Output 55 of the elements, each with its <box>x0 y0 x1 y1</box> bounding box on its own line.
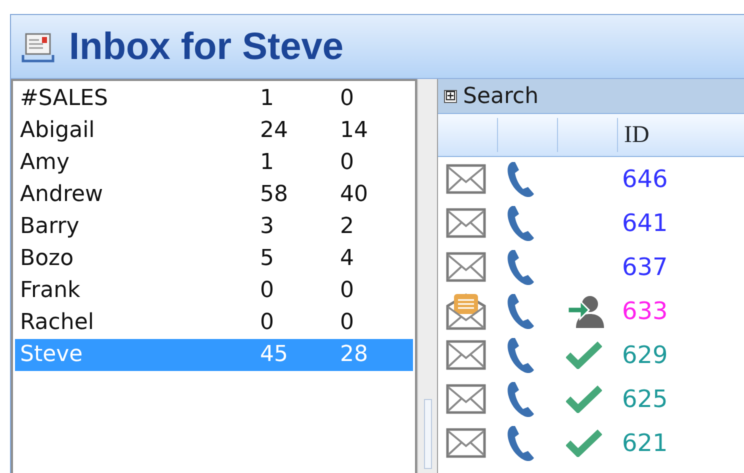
user-name: Andrew <box>20 181 104 209</box>
user-row[interactable]: Amy 1 0 <box>15 147 413 179</box>
user-row[interactable]: #SALES 1 0 <box>15 83 413 115</box>
phone-icon <box>506 292 536 330</box>
user-name: Amy <box>20 149 70 177</box>
splitter-handle[interactable] <box>424 399 432 469</box>
message-count: 0 <box>260 277 275 305</box>
message-count: 0 <box>260 309 275 337</box>
column-header[interactable]: ID <box>618 114 744 156</box>
message-count: 2 <box>340 213 355 241</box>
message-count: 0 <box>340 85 355 113</box>
message-count: 40 <box>340 181 369 209</box>
user-name: Abigail <box>20 117 96 145</box>
message-count: 1 <box>260 149 275 177</box>
message-count: 24 <box>260 117 289 145</box>
id-cell-text: 646 <box>621 164 669 195</box>
message-count: 45 <box>260 341 289 369</box>
user-name: Steve <box>20 341 84 369</box>
phone-icon <box>506 160 536 198</box>
phone-icon <box>506 380 536 418</box>
message-count: 1 <box>260 85 275 113</box>
user-row[interactable]: Rachel 0 0 <box>15 307 413 339</box>
search-bar[interactable]: ⊞ Search <box>438 79 744 113</box>
id-cell-text: 633 <box>621 296 669 327</box>
message-count: 0 <box>340 149 355 177</box>
user-name: Rachel <box>20 309 95 337</box>
id-cell-text: 629 <box>621 340 669 371</box>
search-label: Search <box>463 82 539 110</box>
user-row[interactable]: Barry 3 2 <box>15 211 413 243</box>
phone-icon <box>506 336 536 374</box>
phone-icon <box>506 204 536 242</box>
message-count: 28 <box>340 341 369 369</box>
user-row[interactable]: Bozo 5 4 <box>15 243 413 275</box>
id-cell-text: 637 <box>621 252 669 283</box>
message-count: 5 <box>260 245 275 273</box>
message-count: 3 <box>260 213 275 241</box>
expand-toggle[interactable]: ⊞ <box>444 90 457 102</box>
message-count: 58 <box>260 181 289 209</box>
phone-icon <box>506 424 536 462</box>
id-cell-text: 625 <box>621 384 669 415</box>
user-name: Bozo <box>20 245 75 273</box>
message-count: 4 <box>340 245 355 273</box>
user-name: Frank <box>20 277 82 305</box>
phone-icon <box>506 248 536 286</box>
user-row[interactable]: Andrew 58 40 <box>15 179 413 211</box>
user-name: Barry <box>20 213 80 241</box>
window-title: Inbox for Steve <box>69 28 344 66</box>
id-cell-text: 621 <box>621 428 669 459</box>
user-row[interactable]: Frank 0 0 <box>15 275 413 307</box>
user-name: #SALES <box>20 85 109 113</box>
message-count: 0 <box>340 309 355 337</box>
id-cell-text: 641 <box>621 208 669 239</box>
user-row[interactable]: Abigail 24 14 <box>15 115 413 147</box>
message-count: 14 <box>340 117 369 145</box>
message-count: 0 <box>340 277 355 305</box>
